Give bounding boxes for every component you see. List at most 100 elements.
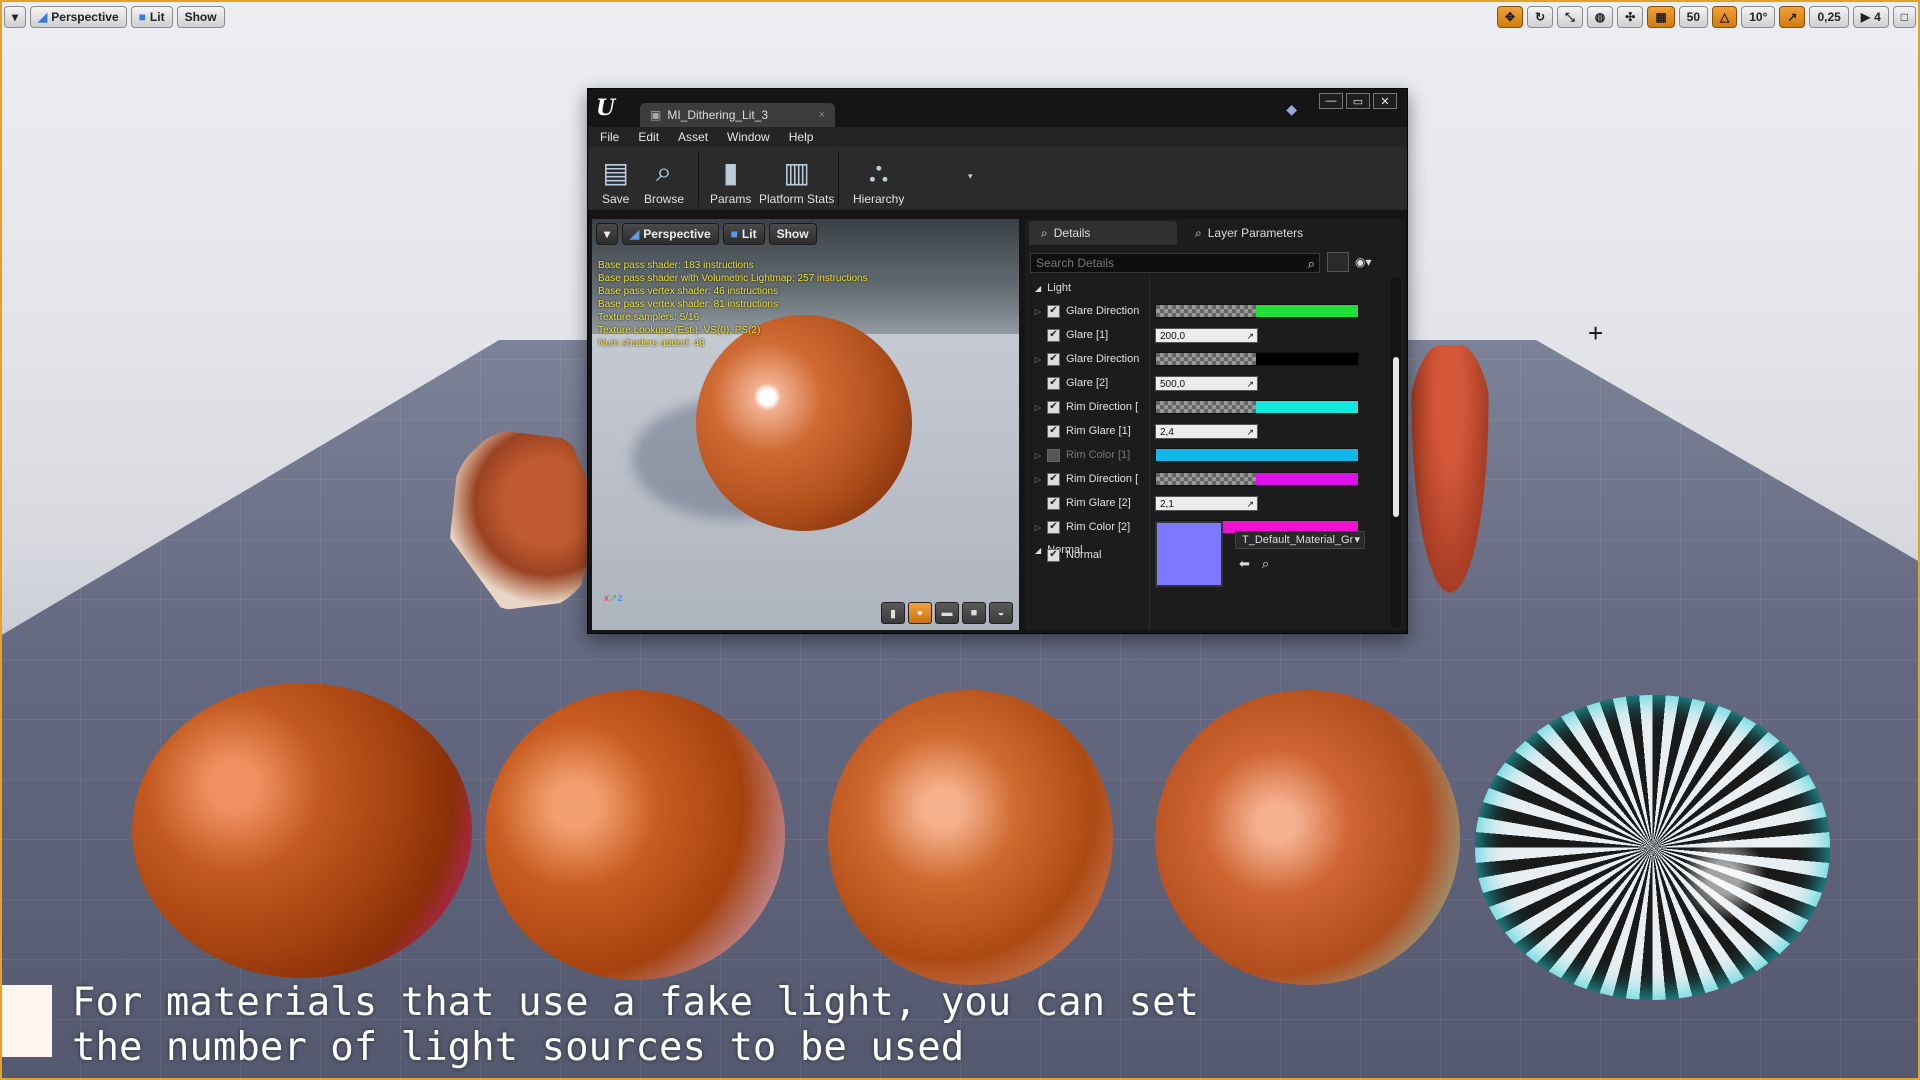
- property-matrix-button[interactable]: [1327, 252, 1349, 272]
- cylinder-mesh-icon[interactable]: ▮: [881, 602, 905, 624]
- rotate-snap-toggle[interactable]: △: [1712, 6, 1738, 28]
- lit-button[interactable]: ■ Lit: [130, 6, 173, 28]
- drag-arrows-icon[interactable]: ↗: [1246, 329, 1254, 344]
- browse-asset-icon[interactable]: ⌕: [1262, 556, 1269, 572]
- property-value-input[interactable]: 2,4 ↗: [1155, 423, 1258, 440]
- scale-tool-button[interactable]: ⤡: [1557, 6, 1583, 28]
- override-checkbox[interactable]: ✔: [1047, 496, 1060, 510]
- close-tab-icon[interactable]: ×: [819, 109, 825, 121]
- world-local-button[interactable]: ◍: [1586, 6, 1614, 28]
- stat-line: Base pass vertex shader: 46 instructions: [598, 286, 779, 297]
- preview-options-button[interactable]: ▾: [596, 223, 619, 245]
- rotate-tool-button[interactable]: ↻: [1527, 6, 1554, 28]
- viewport-toolbar-left: ▾ ◢ Perspective ■ Lit Show: [4, 6, 225, 28]
- override-checkbox[interactable]: ✔: [1047, 376, 1060, 390]
- normal-texture-thumbnail[interactable]: [1155, 521, 1223, 587]
- material-preview-viewport[interactable]: ▾ ◢ Perspective ■ Lit Show Base pass shade…: [592, 219, 1019, 630]
- color-picker-swatch[interactable]: [1155, 448, 1359, 462]
- menu-edit[interactable]: Edit: [638, 130, 659, 144]
- preview-show-button[interactable]: Show: [768, 223, 817, 245]
- platform-stats-button[interactable]: ▥ Platform Stats: [759, 149, 834, 206]
- color-picker-swatch[interactable]: [1155, 472, 1359, 486]
- plane-mesh-icon[interactable]: ▬: [935, 602, 959, 624]
- maximize-viewport-button[interactable]: □: [1892, 6, 1916, 28]
- translate-tool-button[interactable]: ✥: [1497, 6, 1524, 28]
- normal-checkbox[interactable]: ✔: [1047, 548, 1060, 562]
- maximize-icon[interactable]: ▭: [1346, 93, 1370, 109]
- override-checkbox[interactable]: ✔: [1047, 304, 1060, 318]
- grid-icon: ▦: [1655, 10, 1667, 24]
- show-button[interactable]: Show: [176, 6, 225, 28]
- teapot-mesh-icon[interactable]: ◒: [989, 602, 1013, 624]
- scale-snap-value[interactable]: 0,25: [1809, 6, 1849, 28]
- property-name: Glare Direction: [1066, 353, 1140, 365]
- menu-help[interactable]: Help: [789, 130, 814, 144]
- preview-lit-button[interactable]: ■ Lit: [722, 223, 765, 245]
- property-value-input[interactable]: 2,1 ↗: [1155, 495, 1258, 512]
- grid-snap-value[interactable]: 50: [1678, 6, 1709, 28]
- override-checkbox[interactable]: ✔: [1047, 328, 1060, 342]
- feedback-icon[interactable]: ◆: [1286, 101, 1297, 118]
- close-icon[interactable]: ✕: [1373, 93, 1397, 109]
- show-label: Show: [184, 10, 217, 24]
- use-selected-arrow-icon[interactable]: ⬅: [1239, 556, 1250, 572]
- preview-perspective-button[interactable]: ◢ Perspective: [622, 223, 719, 245]
- eye-icon[interactable]: ◉▾: [1355, 255, 1372, 269]
- scrollbar-thumb[interactable]: [1393, 357, 1399, 517]
- search-details-input[interactable]: Search Details ⌕: [1030, 253, 1320, 273]
- rotate-snap-value[interactable]: 10°: [1741, 6, 1776, 28]
- preview-mesh-buttons: ▮ ● ▬ ■ ◒: [881, 602, 1013, 624]
- asset-tab[interactable]: ▣ MI_Dithering_Lit_3 ×: [640, 103, 835, 127]
- override-checkbox[interactable]: [1047, 448, 1060, 462]
- angle-icon: △: [1720, 10, 1730, 24]
- window-controls: — ▭ ✕: [1319, 93, 1397, 109]
- params-button[interactable]: ▮ Params: [710, 149, 751, 206]
- drag-arrows-icon[interactable]: ↗: [1246, 497, 1254, 512]
- color-picker-swatch[interactable]: [1155, 400, 1359, 414]
- color-picker-swatch[interactable]: [1155, 352, 1359, 366]
- tab-layer-parameters[interactable]: ⌕ Layer Parameters: [1183, 221, 1315, 245]
- expand-arrow-icon[interactable]: ▷: [1029, 355, 1047, 364]
- search-icon: ⌕: [1307, 256, 1315, 271]
- hierarchy-button[interactable]: ⛬ Hierarchy: [853, 149, 904, 206]
- cube-mesh-icon[interactable]: ■: [962, 602, 986, 624]
- browse-button[interactable]: ⌕ Browse: [644, 149, 684, 206]
- menu-window[interactable]: Window: [727, 130, 770, 144]
- property-value-input[interactable]: 500,0 ↗: [1155, 375, 1258, 392]
- override-checkbox[interactable]: ✔: [1047, 400, 1060, 414]
- scale-snap-toggle[interactable]: ↗: [1779, 6, 1806, 28]
- expand-arrow-icon[interactable]: ▷: [1029, 403, 1047, 412]
- expand-arrow-icon[interactable]: ▷: [1029, 475, 1047, 484]
- expand-arrow-icon[interactable]: ▷: [1029, 451, 1047, 460]
- property-value-input[interactable]: 200,0 ↗: [1155, 327, 1258, 344]
- grid-snap-toggle[interactable]: ▦: [1647, 6, 1675, 28]
- override-checkbox[interactable]: ✔: [1047, 352, 1060, 366]
- stat-line: Num shaders added: 48: [598, 338, 705, 349]
- window-titlebar[interactable]: U ▣ MI_Dithering_Lit_3 × ◆ — ▭ ✕: [588, 89, 1407, 127]
- category-light[interactable]: ◢ Light: [1029, 277, 1375, 299]
- tutorial-caption: For materials that use a fake light, you…: [72, 980, 1199, 1070]
- normal-texture-dropdown[interactable]: T_Default_Material_Gr ▾: [1235, 531, 1365, 549]
- menu-file[interactable]: File: [600, 130, 619, 144]
- tab-details[interactable]: ⌕ Details: [1029, 221, 1177, 245]
- drag-arrows-icon[interactable]: ↗: [1246, 425, 1254, 440]
- viewport-options-button[interactable]: ▾: [4, 6, 27, 28]
- surface-snap-button[interactable]: ✣: [1617, 6, 1644, 28]
- sphere-mesh-icon[interactable]: ●: [908, 602, 932, 624]
- details-scrollbar[interactable]: [1391, 277, 1401, 627]
- search-icon: ⌕: [1195, 225, 1202, 240]
- camera-speed-button[interactable]: ▶ 4: [1852, 6, 1889, 28]
- hierarchy-dropdown-icon[interactable]: ▾: [968, 171, 973, 182]
- expand-arrow-icon[interactable]: ▷: [1029, 307, 1047, 316]
- override-checkbox[interactable]: ✔: [1047, 424, 1060, 438]
- save-button[interactable]: ▤ Save: [602, 149, 629, 206]
- perspective-button[interactable]: ◢ Perspective: [30, 6, 127, 28]
- drag-arrows-icon[interactable]: ↗: [1246, 377, 1254, 392]
- minimize-icon[interactable]: —: [1319, 93, 1343, 109]
- color-picker-swatch[interactable]: [1155, 304, 1359, 318]
- property-row: ✔ Rim Glare [2] 2,1 ↗: [1029, 491, 1375, 515]
- menu-asset[interactable]: Asset: [678, 130, 708, 144]
- level-viewport[interactable]: + ▾ ◢ Perspective ■ Lit Show ✥ ↻ ⤡ ◍ ✣ ▦ 5…: [0, 0, 1920, 1080]
- override-checkbox[interactable]: ✔: [1047, 472, 1060, 486]
- toolbar-separator: [838, 151, 839, 207]
